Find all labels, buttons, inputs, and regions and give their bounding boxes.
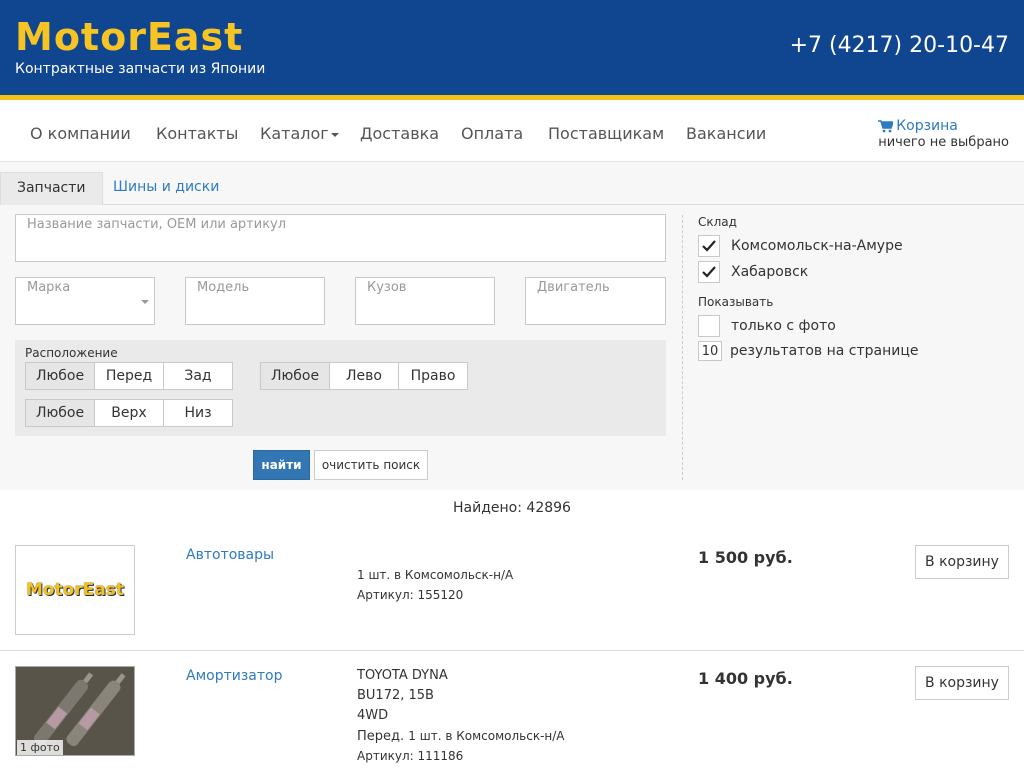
photo-count-badge: 1 фото (17, 740, 63, 755)
motoreast-logo: MotorEast (25, 580, 125, 600)
per-page-option: 10 результатов на странице (698, 341, 918, 361)
cart-icon (878, 119, 894, 132)
per-page-label: результатов на странице (730, 343, 919, 359)
caret-down-icon (330, 132, 339, 137)
engine-input[interactable]: Двигатель (525, 277, 666, 325)
left-right-any-button[interactable]: Любое (260, 362, 330, 390)
site-tagline: Контрактные запчасти из Японии (15, 61, 266, 77)
item-body-engine: BU172, 15B (357, 688, 434, 703)
item-article: Артикул: 155120 (357, 588, 464, 602)
query-input[interactable]: Название запчасти, OEM или артикул (15, 214, 666, 262)
body-input[interactable]: Кузов (355, 277, 495, 325)
site-logo[interactable]: MotorEast (15, 17, 243, 57)
item-stock: 1 шт. в Комсомольск-н/А (408, 729, 565, 743)
cart-link[interactable]: Корзина (878, 118, 1009, 134)
front-rear-any-button[interactable]: Любое (25, 362, 95, 390)
warehouse-name: Комсомольск-на-Амуре (731, 238, 903, 254)
make-select[interactable]: Марка (15, 277, 155, 325)
item-drive: 4WD (357, 708, 389, 723)
item-stock: 1 шт. в Комсомольск-н/А (357, 568, 514, 582)
nav-item-payment[interactable]: Оплата (461, 124, 523, 143)
phone-number[interactable]: +7 (4217) 20-10-47 (790, 33, 1009, 58)
tab-tires-wheels[interactable]: Шины и диски (97, 172, 235, 205)
warehouse-name: Хабаровск (731, 264, 809, 280)
item-thumbnail[interactable]: 1 фото (15, 666, 135, 756)
show-label: Показывать (698, 295, 774, 309)
cart-status: ничего не выбрано (878, 135, 1009, 150)
item-name-link[interactable]: Автотовары (186, 547, 274, 563)
left-button[interactable]: Лево (329, 362, 399, 390)
item-thumbnail[interactable]: MotorEast (15, 545, 135, 635)
panel-divider (682, 215, 683, 480)
search-tabs: Запчасти Шины и диски (0, 162, 1024, 205)
cart-label: Корзина (896, 118, 958, 134)
top-button[interactable]: Верх (94, 399, 164, 427)
filter-sidebar: Склад Комсомольск-на-Амуре Хабаровск Пок… (698, 215, 918, 361)
make-placeholder: Марка (27, 280, 71, 295)
clear-search-button[interactable]: очистить поиск (314, 450, 428, 480)
nav-item-vacancies[interactable]: Вакансии (686, 124, 766, 143)
nav-item-catalog[interactable]: Каталог (260, 124, 339, 143)
photo-only-option: только с фото (698, 313, 918, 339)
search-panel: Название запчасти, OEM или артикул Марка… (0, 205, 1024, 490)
front-button[interactable]: Перед (94, 362, 164, 390)
per-page-input[interactable]: 10 (698, 341, 722, 361)
item-price: 1 500 руб. (698, 548, 793, 567)
bottom-button[interactable]: Низ (163, 399, 233, 427)
nav-item-contacts[interactable]: Контакты (156, 124, 238, 143)
warehouse-checkbox-komsomolsk[interactable] (698, 235, 720, 257)
location-box: Расположение Любое Перед Зад Любое Лево … (15, 340, 666, 436)
photo-only-label: только с фото (731, 318, 836, 334)
main-nav: О компании Контакты Каталог Доставка Опл… (0, 105, 1024, 162)
right-button[interactable]: Право (398, 362, 468, 390)
nav-item-suppliers[interactable]: Поставщикам (548, 124, 664, 143)
left-right-group: Любое Лево Право (260, 362, 468, 390)
model-input[interactable]: Модель (185, 277, 325, 325)
photo-only-checkbox[interactable] (698, 315, 720, 337)
nav-item-about[interactable]: О компании (30, 124, 131, 143)
nav-item-delivery[interactable]: Доставка (360, 124, 439, 143)
cart-widget: Корзина ничего не выбрано (878, 118, 1009, 150)
result-separator (0, 650, 1024, 651)
chevron-down-icon (141, 300, 149, 304)
add-to-cart-button[interactable]: В корзину (915, 666, 1009, 700)
warehouse-option: Хабаровск (698, 259, 918, 285)
item-article: Артикул: 111186 (357, 749, 464, 763)
top-bottom-any-button[interactable]: Любое (25, 399, 95, 427)
item-name-link[interactable]: Амортизатор (186, 668, 282, 684)
site-header: MotorEast Контрактные запчасти из Японии… (0, 0, 1024, 100)
checkmark-icon (702, 266, 716, 278)
rear-button[interactable]: Зад (163, 362, 233, 390)
location-label: Расположение (25, 346, 118, 360)
tab-parts[interactable]: Запчасти (0, 172, 103, 205)
warehouse-checkbox-khabarovsk[interactable] (698, 261, 720, 283)
warehouse-label: Склад (698, 215, 737, 229)
item-price: 1 400 руб. (698, 669, 793, 688)
item-car-model: TOYOTA DYNA (357, 668, 448, 683)
warehouse-option: Комсомольск-на-Амуре (698, 233, 918, 259)
add-to-cart-button[interactable]: В корзину (915, 545, 1009, 579)
item-position-stock: Перед. 1 шт. в Комсомольск-н/А (357, 726, 565, 747)
front-rear-group: Любое Перед Зад (25, 362, 233, 390)
top-bottom-group: Любое Верх Низ (25, 399, 233, 427)
results-count: Найдено: 42896 (453, 500, 571, 516)
find-button[interactable]: найти (253, 450, 310, 480)
checkmark-icon (702, 240, 716, 252)
nav-item-catalog-label: Каталог (260, 124, 329, 143)
item-position: Перед. (357, 729, 405, 744)
